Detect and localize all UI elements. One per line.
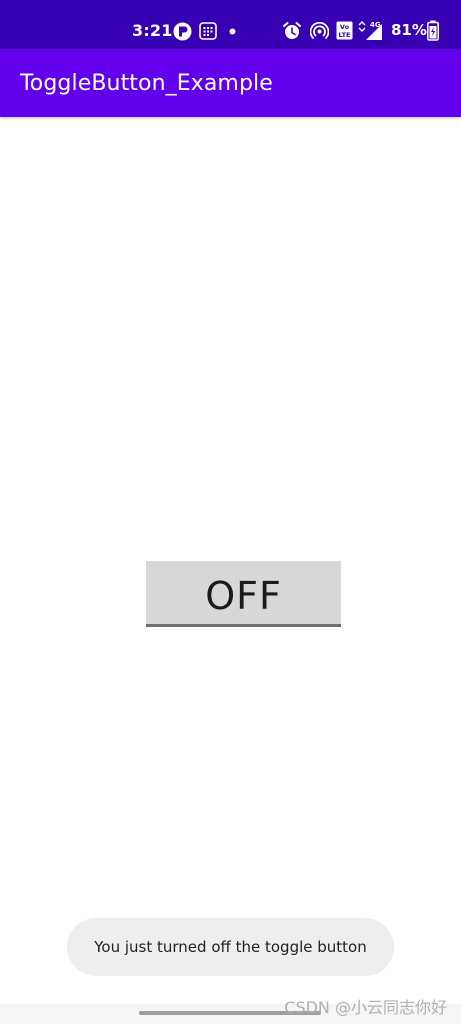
volte-icon: Vo LTE xyxy=(336,21,353,40)
calendar-icon xyxy=(198,21,218,41)
app-icon xyxy=(172,21,192,41)
svg-text:Vo: Vo xyxy=(340,23,350,31)
watermark: CSDN @小云同志你好 xyxy=(284,998,447,1017)
hotspot-icon xyxy=(309,21,329,41)
toast-message: You just turned off the toggle button xyxy=(94,938,367,956)
screen: 3:21 Vo LTE 4G 81% ToggleButton_Example … xyxy=(0,0,461,1024)
alarm-icon xyxy=(282,20,302,41)
app-bar: ToggleButton_Example xyxy=(0,49,461,117)
status-time: 3:21 xyxy=(132,21,173,40)
battery-icon xyxy=(427,20,439,41)
toast: You just turned off the toggle button xyxy=(67,918,394,976)
status-bar: 3:21 Vo LTE 4G 81% xyxy=(0,0,461,49)
app-title: ToggleButton_Example xyxy=(20,71,273,96)
battery-percent: 81% xyxy=(391,21,427,39)
notification-dot-icon xyxy=(228,27,236,35)
toggle-button[interactable]: OFF xyxy=(146,561,341,627)
toggle-label: OFF xyxy=(205,573,282,618)
signal-icon: 4G xyxy=(357,19,384,41)
svg-text:LTE: LTE xyxy=(339,31,351,39)
